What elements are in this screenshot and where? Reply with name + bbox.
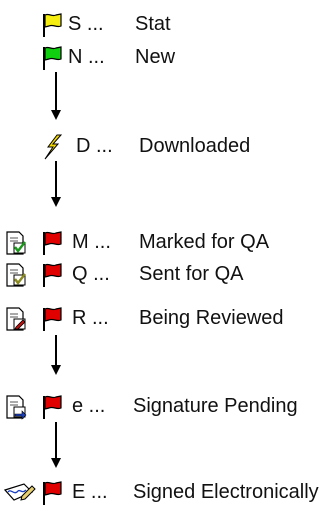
status-label: Stat (135, 13, 171, 35)
status-label: Being Reviewed (139, 307, 284, 329)
status-label: Sent for QA (139, 263, 244, 285)
status-code: e ... (72, 395, 106, 417)
status-row-downloaded: D ... Downloaded (0, 133, 332, 161)
red-flag-icon (40, 480, 66, 511)
red-flag-icon (40, 230, 66, 262)
status-label: Marked for QA (139, 231, 270, 253)
document-check-icon (4, 230, 30, 262)
status-label: New (135, 46, 176, 68)
status-label: Downloaded (139, 135, 251, 157)
status-row-sent-for-qa: Q ... Sent for QA (0, 261, 332, 289)
yellow-flag-icon (40, 12, 66, 44)
status-row-signed-electronically: E ... Signed Electronically (0, 479, 332, 507)
status-row-being-reviewed: R ... Being Reviewed (0, 305, 332, 333)
status-row-signature-pending: e ... Signature Pending (0, 393, 332, 421)
red-flag-icon (40, 262, 66, 294)
status-label: Signature Pending (133, 395, 298, 417)
status-code: E ... (72, 481, 108, 503)
status-row-new: N ... New (0, 44, 332, 72)
status-label: Signed Electronically (133, 481, 319, 503)
status-code: M ... (72, 231, 111, 253)
document-arrow-icon (4, 394, 30, 426)
flow-arrow-icon (51, 422, 61, 468)
red-flag-icon (40, 306, 66, 338)
status-code: Q ... (72, 263, 110, 285)
flow-arrow-icon (51, 72, 61, 120)
flow-arrow-icon (51, 161, 61, 207)
signed-pen-icon (2, 480, 36, 511)
status-code: S ... (68, 13, 104, 35)
document-edit-icon (4, 306, 30, 338)
flow-arrow-icon (51, 335, 61, 375)
status-code: R ... (72, 307, 109, 329)
status-row-stat: S ... Stat (0, 11, 332, 39)
document-check-icon (4, 262, 30, 294)
status-row-marked-for-qa: M ... Marked for QA (0, 229, 332, 257)
status-code: N ... (68, 46, 105, 68)
status-code: D ... (76, 135, 113, 157)
